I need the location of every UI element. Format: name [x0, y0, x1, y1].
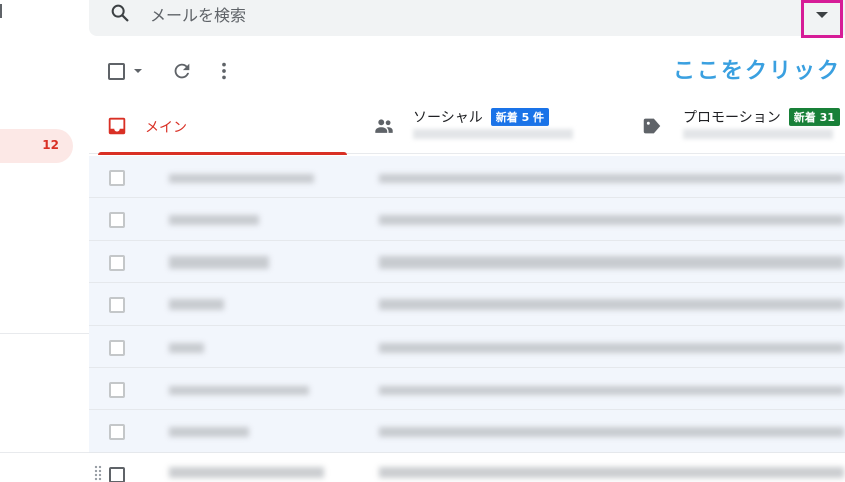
- row-checkbox[interactable]: [109, 212, 125, 229]
- tab-label: メイン: [145, 120, 187, 136]
- subject-blurred: [379, 466, 844, 478]
- subject-blurred: [379, 386, 844, 395]
- inbox-icon: [108, 117, 126, 135]
- tab-label: プロモーション: [683, 110, 781, 126]
- subject-blurred: [379, 299, 844, 311]
- search-input[interactable]: メールを検索: [150, 2, 246, 26]
- tab-title-row: ソーシャル 新着 5 件: [413, 107, 550, 127]
- table-row[interactable]: [89, 325, 845, 368]
- table-row[interactable]: [89, 283, 845, 326]
- table-row[interactable]: [89, 452, 845, 482]
- mail-list: [89, 154, 845, 482]
- tab-label: ソーシャル: [413, 110, 483, 126]
- caret-down-icon[interactable]: [134, 69, 142, 73]
- row-checkbox[interactable]: [109, 339, 125, 356]
- row-checkbox[interactable]: [109, 297, 125, 314]
- search-icon[interactable]: [109, 2, 131, 24]
- subject-blurred: [379, 174, 844, 183]
- row-checkbox[interactable]: [109, 254, 125, 271]
- table-row[interactable]: [89, 368, 845, 411]
- menu-edge: [0, 4, 2, 18]
- select-all-checkbox[interactable]: [108, 63, 125, 80]
- search-bar[interactable]: メールを検索: [89, 0, 845, 38]
- subject-blurred: [379, 215, 844, 226]
- sidebar-divider: [0, 333, 89, 334]
- tab-primary[interactable]: メイン: [89, 96, 347, 155]
- sidebar-item-inbox[interactable]: 12: [0, 129, 73, 163]
- row-checkbox[interactable]: [109, 466, 125, 482]
- category-tabs: メイン ソーシャル 新着 5 件 プロモーション 新着 31: [89, 96, 845, 155]
- subject-blurred: [379, 342, 844, 353]
- unread-count: 12: [42, 138, 59, 152]
- tab-promotions[interactable]: プロモーション 新着 31: [639, 96, 845, 154]
- new-count-badge: 新着 5 件: [490, 108, 550, 126]
- table-row[interactable]: [89, 410, 845, 453]
- search-options-button[interactable]: [801, 0, 843, 38]
- people-icon: [375, 119, 393, 133]
- table-row[interactable]: [89, 156, 845, 199]
- caret-down-icon: [816, 12, 828, 18]
- tab-preview-blurred: [683, 129, 833, 139]
- sender-blurred: [169, 299, 224, 311]
- refresh-icon[interactable]: [171, 60, 193, 82]
- table-row[interactable]: [89, 240, 845, 284]
- sender-blurred: [169, 255, 269, 269]
- annotation-text: ここをクリック: [672, 59, 841, 84]
- sender-blurred: [169, 215, 259, 226]
- sidebar-divider: [0, 452, 89, 453]
- sidebar: 12: [0, 0, 89, 482]
- table-row[interactable]: [89, 198, 845, 241]
- sender-blurred: [169, 174, 314, 183]
- tab-preview-blurred: [413, 129, 573, 139]
- sender-blurred: [169, 466, 324, 478]
- subject-blurred: [379, 255, 844, 269]
- tag-icon: [643, 118, 661, 134]
- subject-blurred: [379, 427, 844, 438]
- row-checkbox[interactable]: [109, 170, 125, 186]
- toolbar: ここをクリック: [89, 44, 845, 96]
- row-checkbox[interactable]: [109, 424, 125, 441]
- sender-blurred: [169, 427, 249, 438]
- drag-handle-icon[interactable]: [94, 464, 102, 481]
- tab-social[interactable]: ソーシャル 新着 5 件: [369, 96, 623, 154]
- new-count-badge: 新着 31: [788, 108, 840, 126]
- sender-blurred: [169, 386, 309, 395]
- more-vert-icon[interactable]: [213, 60, 235, 82]
- tab-title-row: プロモーション 新着 31: [683, 107, 840, 127]
- sender-blurred: [169, 342, 204, 353]
- row-checkbox[interactable]: [109, 382, 125, 398]
- gmail-inbox: 12 メールを検索 ここをクリック メイン ソーシャル 新着 5 件 プロモーシ…: [0, 0, 845, 482]
